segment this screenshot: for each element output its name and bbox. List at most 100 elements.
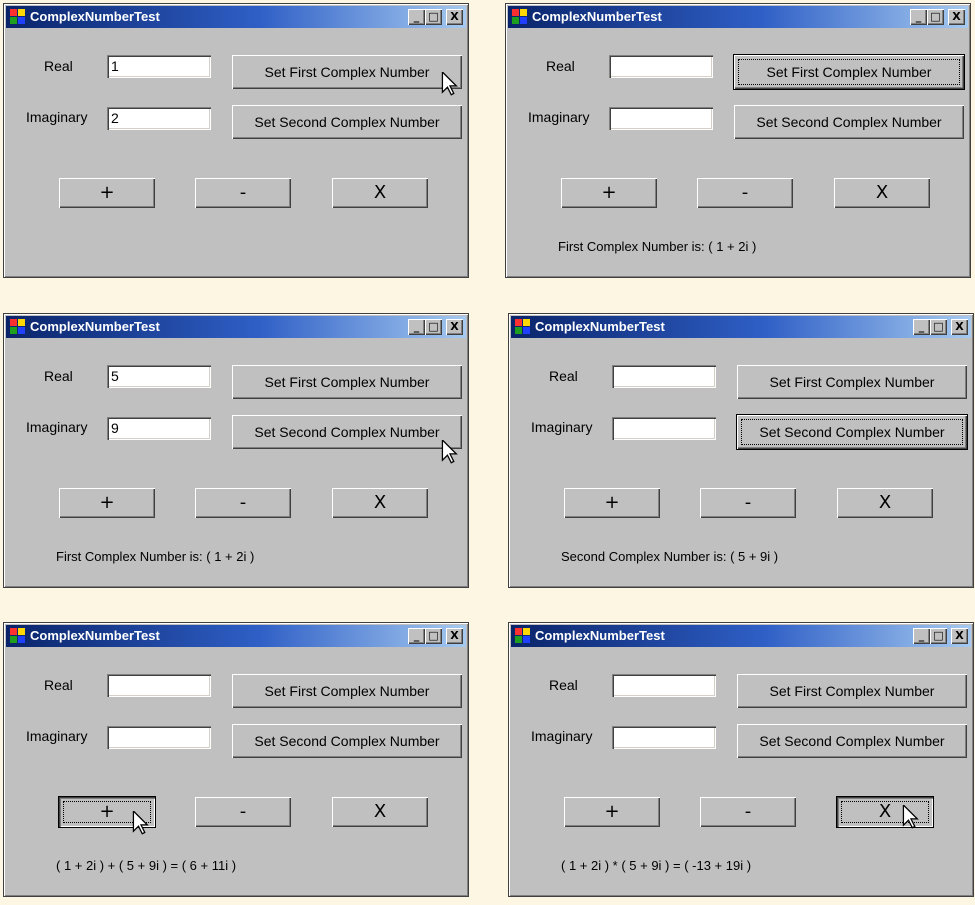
multiply-button[interactable]: X xyxy=(332,488,428,518)
close-button[interactable]: X xyxy=(446,319,463,335)
add-button[interactable]: + xyxy=(561,178,657,208)
multiply-button[interactable]: X xyxy=(837,488,933,518)
minimize-button[interactable]: _ xyxy=(408,319,425,335)
imaginary-input[interactable] xyxy=(609,107,713,130)
minimize-button[interactable]: _ xyxy=(408,9,425,25)
app-icon xyxy=(515,319,531,335)
close-button[interactable]: X xyxy=(446,628,463,644)
imaginary-input[interactable]: 2 xyxy=(107,107,211,130)
window-title: ComplexNumberTest xyxy=(535,319,665,334)
close-button[interactable]: X xyxy=(951,628,968,644)
set-second-button[interactable]: Set Second Complex Number xyxy=(737,724,967,758)
mouse-cursor-icon xyxy=(132,811,149,835)
real-label: Real xyxy=(44,368,73,384)
window-title: ComplexNumberTest xyxy=(30,628,160,643)
status-label: Second Complex Number is: ( 5 + 9i ) xyxy=(561,549,779,564)
mouse-cursor-icon xyxy=(441,440,458,464)
imaginary-input[interactable]: 9 xyxy=(107,417,211,440)
minimize-button[interactable]: _ xyxy=(913,319,930,335)
set-second-button[interactable]: Set Second Complex Number xyxy=(232,724,462,758)
title-bar[interactable]: ComplexNumberTest _ □ X xyxy=(6,6,466,28)
maximize-button[interactable]: □ xyxy=(425,628,442,644)
imaginary-label: Imaginary xyxy=(26,419,88,435)
imaginary-input[interactable] xyxy=(107,726,211,749)
close-button[interactable]: X xyxy=(948,9,965,25)
set-first-button[interactable]: Set First Complex Number xyxy=(734,55,964,89)
imaginary-input[interactable] xyxy=(612,417,716,440)
maximize-button[interactable]: □ xyxy=(425,319,442,335)
app-icon xyxy=(515,628,531,644)
mouse-cursor-icon xyxy=(902,805,919,829)
title-bar[interactable]: ComplexNumberTest _ □ X xyxy=(508,6,968,28)
set-second-button[interactable]: Set Second Complex Number xyxy=(232,105,462,139)
subtract-button[interactable]: - xyxy=(697,178,793,208)
window-title: ComplexNumberTest xyxy=(30,9,160,24)
app-icon xyxy=(10,319,26,335)
real-input[interactable]: 1 xyxy=(107,55,211,78)
add-button[interactable]: + xyxy=(564,488,660,518)
set-second-button[interactable]: Set Second Complex Number xyxy=(737,415,967,449)
set-first-button[interactable]: Set First Complex Number xyxy=(737,365,967,399)
real-label: Real xyxy=(44,677,73,693)
real-input[interactable] xyxy=(612,365,716,388)
status-label: ( 1 + 2i ) * ( 5 + 9i ) = ( -13 + 19i ) xyxy=(561,858,752,873)
app-icon xyxy=(512,9,528,25)
minimize-button[interactable]: _ xyxy=(910,9,927,25)
set-second-button[interactable]: Set Second Complex Number xyxy=(232,415,462,449)
imaginary-input[interactable] xyxy=(612,726,716,749)
window-title: ComplexNumberTest xyxy=(532,9,662,24)
multiply-button[interactable]: X xyxy=(332,178,428,208)
real-label: Real xyxy=(549,368,578,384)
multiply-button[interactable]: X xyxy=(332,797,428,827)
window-title: ComplexNumberTest xyxy=(535,628,665,643)
maximize-button[interactable]: □ xyxy=(927,9,944,25)
subtract-button[interactable]: - xyxy=(700,797,796,827)
title-bar[interactable]: ComplexNumberTest _ □ X xyxy=(511,625,971,647)
minimize-button[interactable]: _ xyxy=(408,628,425,644)
complex-number-window-2: ComplexNumberTest _ □ X Real Imaginary S… xyxy=(505,3,971,278)
close-button[interactable]: X xyxy=(951,319,968,335)
minimize-button[interactable]: _ xyxy=(913,628,930,644)
imaginary-label: Imaginary xyxy=(531,419,593,435)
mouse-cursor-icon xyxy=(441,72,458,96)
complex-number-window-1: ComplexNumberTest _ □ X Real 1 Imaginary… xyxy=(3,3,469,278)
status-label: First Complex Number is: ( 1 + 2i ) xyxy=(558,239,757,254)
imaginary-label: Imaginary xyxy=(531,728,593,744)
set-first-button[interactable]: Set First Complex Number xyxy=(232,674,462,708)
real-input[interactable] xyxy=(609,55,713,78)
subtract-button[interactable]: - xyxy=(195,178,291,208)
maximize-button[interactable]: □ xyxy=(930,319,947,335)
add-button[interactable]: + xyxy=(59,488,155,518)
set-second-button[interactable]: Set Second Complex Number xyxy=(734,105,964,139)
set-first-button[interactable]: Set First Complex Number xyxy=(737,674,967,708)
set-first-button[interactable]: Set First Complex Number xyxy=(232,365,462,399)
complex-number-window-3: ComplexNumberTest _ □ X Real 5 Imaginary… xyxy=(3,313,469,588)
set-first-button[interactable]: Set First Complex Number xyxy=(232,55,462,89)
add-button[interactable]: + xyxy=(59,178,155,208)
imaginary-label: Imaginary xyxy=(26,728,88,744)
title-bar[interactable]: ComplexNumberTest _ □ X xyxy=(6,316,466,338)
subtract-button[interactable]: - xyxy=(195,488,291,518)
complex-number-window-5: ComplexNumberTest _ □ X Real Imaginary S… xyxy=(3,622,469,897)
complex-number-window-4: ComplexNumberTest _ □ X Real Imaginary S… xyxy=(508,313,974,588)
add-button[interactable]: + xyxy=(564,797,660,827)
title-bar[interactable]: ComplexNumberTest _ □ X xyxy=(6,625,466,647)
maximize-button[interactable]: □ xyxy=(930,628,947,644)
imaginary-label: Imaginary xyxy=(528,109,590,125)
multiply-button[interactable]: X xyxy=(834,178,930,208)
title-bar[interactable]: ComplexNumberTest _ □ X xyxy=(511,316,971,338)
real-label: Real xyxy=(44,58,73,74)
app-icon xyxy=(10,628,26,644)
app-icon xyxy=(10,9,26,25)
close-button[interactable]: X xyxy=(446,9,463,25)
real-input[interactable] xyxy=(612,674,716,697)
real-input[interactable]: 5 xyxy=(107,365,211,388)
subtract-button[interactable]: - xyxy=(195,797,291,827)
complex-number-window-6: ComplexNumberTest _ □ X Real Imaginary S… xyxy=(508,622,974,897)
real-label: Real xyxy=(546,58,575,74)
imaginary-label: Imaginary xyxy=(26,109,88,125)
real-input[interactable] xyxy=(107,674,211,697)
maximize-button[interactable]: □ xyxy=(425,9,442,25)
subtract-button[interactable]: - xyxy=(700,488,796,518)
window-title: ComplexNumberTest xyxy=(30,319,160,334)
